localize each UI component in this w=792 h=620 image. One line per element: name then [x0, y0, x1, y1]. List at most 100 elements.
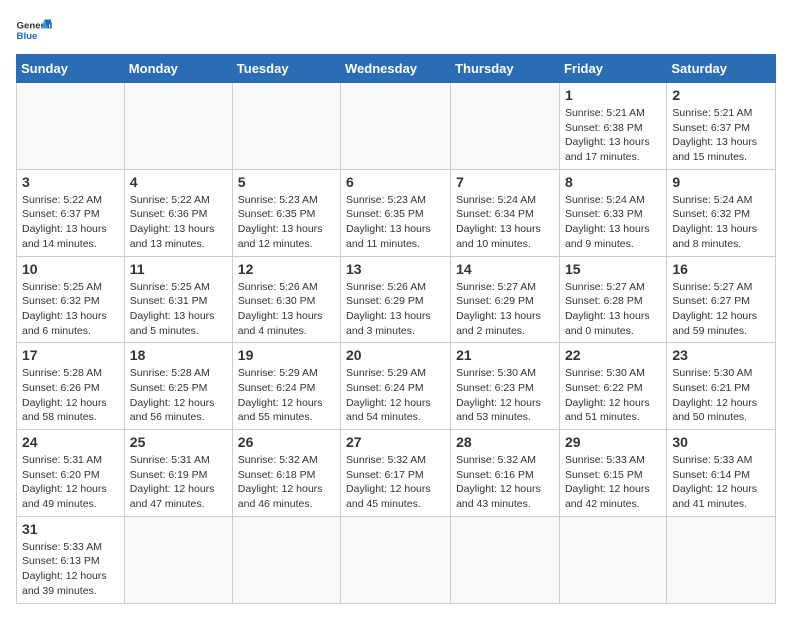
calendar-cell: 22 Sunrise: 5:30 AM Sunset: 6:22 PM Dayli… — [559, 343, 666, 430]
calendar-cell: 25 Sunrise: 5:31 AM Sunset: 6:19 PM Dayli… — [124, 430, 232, 517]
weekday-header-monday: Monday — [124, 55, 232, 83]
calendar-cell: 27 Sunrise: 5:32 AM Sunset: 6:17 PM Dayli… — [341, 430, 451, 517]
day-number: 4 — [130, 174, 227, 190]
calendar-cell: 14 Sunrise: 5:27 AM Sunset: 6:29 PM Dayli… — [451, 256, 560, 343]
calendar-cell — [559, 516, 666, 603]
day-number: 8 — [565, 174, 661, 190]
day-number: 14 — [456, 261, 554, 277]
calendar-cell: 9Sunrise: 5:24 AM Sunset: 6:32 PM Daylig… — [667, 169, 776, 256]
calendar-cell: 20 Sunrise: 5:29 AM Sunset: 6:24 PM Dayli… — [341, 343, 451, 430]
day-number: 2 — [672, 87, 770, 103]
day-info: Sunrise: 5:33 AM Sunset: 6:15 PM Dayligh… — [565, 453, 661, 512]
day-number: 23 — [672, 347, 770, 363]
day-info: Sunrise: 5:32 AM Sunset: 6:18 PM Dayligh… — [238, 453, 335, 512]
calendar-cell: 6Sunrise: 5:23 AM Sunset: 6:35 PM Daylig… — [341, 169, 451, 256]
logo: General Blue — [16, 16, 52, 44]
day-info: Sunrise: 5:30 AM Sunset: 6:23 PM Dayligh… — [456, 366, 554, 425]
calendar-cell: 8Sunrise: 5:24 AM Sunset: 6:33 PM Daylig… — [559, 169, 666, 256]
day-info: Sunrise: 5:33 AM Sunset: 6:13 PM Dayligh… — [22, 540, 119, 599]
calendar-cell: 31 Sunrise: 5:33 AM Sunset: 6:13 PM Dayli… — [17, 516, 125, 603]
calendar-cell: 4 Sunrise: 5:22 AM Sunset: 6:36 PM Daylig… — [124, 169, 232, 256]
day-info: Sunrise: 5:31 AM Sunset: 6:19 PM Dayligh… — [130, 453, 227, 512]
weekday-header-thursday: Thursday — [451, 55, 560, 83]
calendar-cell: 11 Sunrise: 5:25 AM Sunset: 6:31 PM Dayli… — [124, 256, 232, 343]
week-row-5: 24 Sunrise: 5:31 AM Sunset: 6:20 PM Dayli… — [17, 430, 776, 517]
day-number: 3 — [22, 174, 119, 190]
calendar-cell: 23 Sunrise: 5:30 AM Sunset: 6:21 PM Dayli… — [667, 343, 776, 430]
calendar-cell: 3 Sunrise: 5:22 AM Sunset: 6:37 PM Daylig… — [17, 169, 125, 256]
day-info: Sunrise: 5:31 AM Sunset: 6:20 PM Dayligh… — [22, 453, 119, 512]
calendar-cell: 24 Sunrise: 5:31 AM Sunset: 6:20 PM Dayli… — [17, 430, 125, 517]
calendar-cell: 30 Sunrise: 5:33 AM Sunset: 6:14 PM Dayli… — [667, 430, 776, 517]
day-info: Sunrise: 5:23 AM Sunset: 6:35 PM Dayligh… — [238, 193, 335, 252]
calendar-cell: 5Sunrise: 5:23 AM Sunset: 6:35 PM Daylig… — [232, 169, 340, 256]
day-info: Sunrise: 5:21 AM Sunset: 6:38 PM Dayligh… — [565, 106, 661, 165]
day-info: Sunrise: 5:33 AM Sunset: 6:14 PM Dayligh… — [672, 453, 770, 512]
day-number: 25 — [130, 434, 227, 450]
day-number: 16 — [672, 261, 770, 277]
calendar-cell — [341, 83, 451, 170]
calendar-cell: 1 Sunrise: 5:21 AM Sunset: 6:38 PM Daylig… — [559, 83, 666, 170]
day-number: 22 — [565, 347, 661, 363]
svg-text:Blue: Blue — [17, 31, 38, 42]
day-info: Sunrise: 5:26 AM Sunset: 6:30 PM Dayligh… — [238, 280, 335, 339]
day-number: 30 — [672, 434, 770, 450]
day-number: 17 — [22, 347, 119, 363]
day-number: 27 — [346, 434, 445, 450]
day-info: Sunrise: 5:22 AM Sunset: 6:36 PM Dayligh… — [130, 193, 227, 252]
day-info: Sunrise: 5:27 AM Sunset: 6:27 PM Dayligh… — [672, 280, 770, 339]
day-number: 15 — [565, 261, 661, 277]
day-number: 11 — [130, 261, 227, 277]
day-number: 24 — [22, 434, 119, 450]
day-number: 28 — [456, 434, 554, 450]
calendar-cell — [341, 516, 451, 603]
day-info: Sunrise: 5:26 AM Sunset: 6:29 PM Dayligh… — [346, 280, 445, 339]
day-number: 12 — [238, 261, 335, 277]
week-row-3: 10 Sunrise: 5:25 AM Sunset: 6:32 PM Dayli… — [17, 256, 776, 343]
calendar-cell — [667, 516, 776, 603]
calendar-cell: 29 Sunrise: 5:33 AM Sunset: 6:15 PM Dayli… — [559, 430, 666, 517]
day-info: Sunrise: 5:27 AM Sunset: 6:29 PM Dayligh… — [456, 280, 554, 339]
weekday-header-wednesday: Wednesday — [341, 55, 451, 83]
day-info: Sunrise: 5:28 AM Sunset: 6:25 PM Dayligh… — [130, 366, 227, 425]
calendar-cell — [232, 83, 340, 170]
day-number: 7 — [456, 174, 554, 190]
day-info: Sunrise: 5:28 AM Sunset: 6:26 PM Dayligh… — [22, 366, 119, 425]
day-info: Sunrise: 5:32 AM Sunset: 6:17 PM Dayligh… — [346, 453, 445, 512]
day-info: Sunrise: 5:27 AM Sunset: 6:28 PM Dayligh… — [565, 280, 661, 339]
calendar-table: SundayMondayTuesdayWednesdayThursdayFrid… — [16, 54, 776, 604]
day-info: Sunrise: 5:32 AM Sunset: 6:16 PM Dayligh… — [456, 453, 554, 512]
calendar-cell: 26Sunrise: 5:32 AM Sunset: 6:18 PM Dayli… — [232, 430, 340, 517]
day-number: 31 — [22, 521, 119, 537]
day-info: Sunrise: 5:25 AM Sunset: 6:31 PM Dayligh… — [130, 280, 227, 339]
calendar-cell: 18 Sunrise: 5:28 AM Sunset: 6:25 PM Dayli… — [124, 343, 232, 430]
day-info: Sunrise: 5:24 AM Sunset: 6:34 PM Dayligh… — [456, 193, 554, 252]
page-header: General Blue — [16, 16, 776, 44]
calendar-cell: 15 Sunrise: 5:27 AM Sunset: 6:28 PM Dayli… — [559, 256, 666, 343]
calendar-cell — [451, 83, 560, 170]
day-info: Sunrise: 5:30 AM Sunset: 6:22 PM Dayligh… — [565, 366, 661, 425]
weekday-header-tuesday: Tuesday — [232, 55, 340, 83]
day-number: 29 — [565, 434, 661, 450]
calendar-cell — [124, 83, 232, 170]
week-row-4: 17 Sunrise: 5:28 AM Sunset: 6:26 PM Dayli… — [17, 343, 776, 430]
day-info: Sunrise: 5:30 AM Sunset: 6:21 PM Dayligh… — [672, 366, 770, 425]
day-number: 13 — [346, 261, 445, 277]
calendar-cell: 13 Sunrise: 5:26 AM Sunset: 6:29 PM Dayli… — [341, 256, 451, 343]
calendar-cell — [17, 83, 125, 170]
day-number: 18 — [130, 347, 227, 363]
calendar-cell: 17 Sunrise: 5:28 AM Sunset: 6:26 PM Dayli… — [17, 343, 125, 430]
calendar-cell — [451, 516, 560, 603]
calendar-cell: 12 Sunrise: 5:26 AM Sunset: 6:30 PM Dayli… — [232, 256, 340, 343]
day-number: 10 — [22, 261, 119, 277]
week-row-1: 1 Sunrise: 5:21 AM Sunset: 6:38 PM Daylig… — [17, 83, 776, 170]
day-info: Sunrise: 5:25 AM Sunset: 6:32 PM Dayligh… — [22, 280, 119, 339]
calendar-cell: 7 Sunrise: 5:24 AM Sunset: 6:34 PM Daylig… — [451, 169, 560, 256]
day-info: Sunrise: 5:29 AM Sunset: 6:24 PM Dayligh… — [238, 366, 335, 425]
day-number: 1 — [565, 87, 661, 103]
day-number: 6 — [346, 174, 445, 190]
week-row-6: 31 Sunrise: 5:33 AM Sunset: 6:13 PM Dayli… — [17, 516, 776, 603]
day-info: Sunrise: 5:22 AM Sunset: 6:37 PM Dayligh… — [22, 193, 119, 252]
day-info: Sunrise: 5:29 AM Sunset: 6:24 PM Dayligh… — [346, 366, 445, 425]
day-number: 20 — [346, 347, 445, 363]
